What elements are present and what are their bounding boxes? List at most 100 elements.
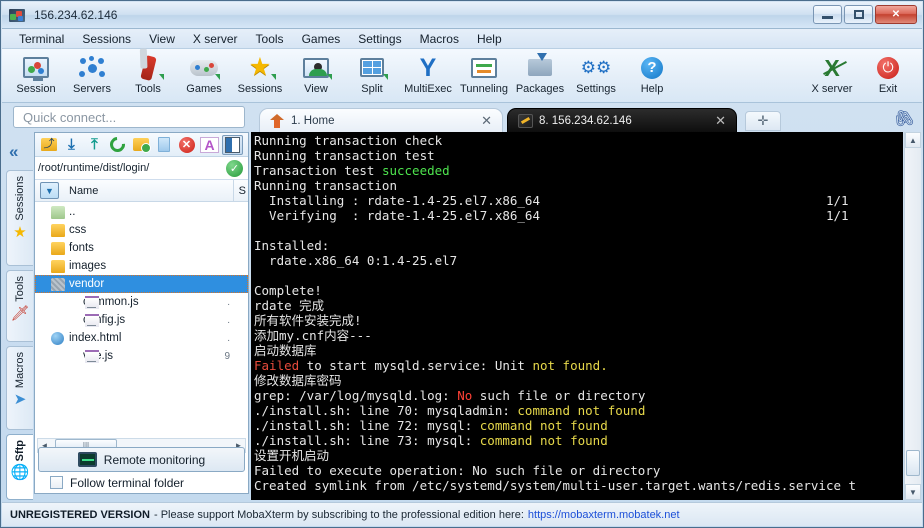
terminal-text: Installing : rdate-1.4-25.el7.x86_64 1/1 <box>254 193 849 208</box>
new-tab-button[interactable]: ✛ <box>745 111 781 131</box>
menu-macros[interactable]: Macros <box>411 31 468 47</box>
toolbar-help-button[interactable]: ? Help <box>624 52 680 95</box>
list-item[interactable]: index.html . <box>35 329 248 347</box>
follow-terminal-folder-row[interactable]: Follow terminal folder <box>38 473 245 492</box>
scroll-up-arrow-icon[interactable]: ▲ <box>905 132 921 148</box>
paperclip-icon[interactable]: 🖇 <box>891 106 918 132</box>
toolbar-tools-button[interactable]: Tools <box>120 52 176 95</box>
column-header-size[interactable]: S <box>239 185 246 197</box>
folder-icon <box>51 260 65 273</box>
maximize-button[interactable] <box>844 5 873 24</box>
terminal-line <box>254 223 903 238</box>
remote-monitoring-label: Remote monitoring <box>104 453 205 467</box>
double-chevron-left-icon[interactable]: « <box>9 142 18 162</box>
terminal-line: ./install.sh: line 73: mysql: command no… <box>254 433 903 448</box>
toolbar-packages-button[interactable]: Packages <box>512 52 568 95</box>
file-size: . <box>227 315 230 326</box>
menu-view[interactable]: View <box>140 31 184 47</box>
sftp-path-bar[interactable]: /root/runtime/dist/login/ ✓ <box>35 157 248 180</box>
menu-x-server[interactable]: X server <box>184 31 247 47</box>
toolbar-servers-label: Servers <box>73 83 111 95</box>
column-header-name[interactable]: Name <box>69 185 98 197</box>
delete-icon[interactable]: ✕ <box>176 135 197 155</box>
toolbar-exit-button[interactable]: ⏻ Exit <box>860 52 916 95</box>
follow-terminal-folder-checkbox[interactable] <box>50 476 63 489</box>
download-icon[interactable]: ⤓ <box>61 135 82 155</box>
toolbar-session-button[interactable]: Session <box>8 52 64 95</box>
quick-connect-input[interactable]: Quick connect... <box>13 106 245 128</box>
terminal-line: Running transaction <box>254 178 903 193</box>
tab-ssh-session[interactable]: 8. 156.234.62.146 ✕ <box>507 108 737 132</box>
split-panes-icon[interactable] <box>222 135 243 155</box>
terminal-line: Failed to execute operation: No such fil… <box>254 463 903 478</box>
toolbar-servers-button[interactable]: Servers <box>64 52 120 95</box>
js-file-icon <box>85 350 99 363</box>
menu-sessions[interactable]: Sessions <box>73 31 140 47</box>
menu-tools[interactable]: Tools <box>247 31 293 47</box>
file-name: index.html <box>69 332 121 344</box>
sidebar-item-tools-label: Tools <box>14 276 26 302</box>
terminal-text: not found <box>532 358 600 373</box>
scrollbar-thumb[interactable] <box>906 450 920 476</box>
terminal-text: Running transaction check <box>254 133 442 148</box>
tab-close-icon[interactable]: ✕ <box>481 113 492 129</box>
sftp-file-list[interactable]: .. css fonts images vendor common.js <box>35 203 248 435</box>
terminal-vertical-scrollbar[interactable]: ▲ ▼ <box>904 132 921 500</box>
new-file-icon[interactable] <box>153 135 174 155</box>
list-item[interactable]: images <box>35 257 248 275</box>
scroll-down-arrow-icon[interactable]: ▼ <box>905 484 921 500</box>
toolbar-view-button[interactable]: View <box>288 52 344 95</box>
toolbar-sessions-label: Sessions <box>238 83 283 95</box>
terminal-text: ./install.sh: line 73: mysql: <box>254 433 480 448</box>
toolbar-x-server-button[interactable]: X X server <box>804 52 860 95</box>
menu-settings[interactable]: Settings <box>349 31 410 47</box>
list-item[interactable]: fonts <box>35 239 248 257</box>
parent-folder-icon[interactable] <box>38 135 59 155</box>
list-item[interactable]: vue.js 9 <box>35 347 248 365</box>
toolbar-split-button[interactable]: Split <box>344 52 400 95</box>
sidebar-item-macros[interactable]: Macros ➤ <box>6 346 33 430</box>
sidebar-item-macros-label: Macros <box>14 352 26 388</box>
sort-icon[interactable]: ▼ <box>40 182 59 199</box>
toolbar-games-button[interactable]: Games <box>176 52 232 95</box>
status-message: - Please support MobaXterm by subscribin… <box>154 509 524 521</box>
toolbar-settings-button[interactable]: ⚙⚙ Settings <box>568 52 624 95</box>
list-item[interactable]: css <box>35 221 248 239</box>
toolbar-tunneling-button[interactable]: Tunneling <box>456 52 512 95</box>
list-item[interactable]: config.js . <box>35 311 248 329</box>
terminal-line: rdate 完成 <box>254 298 903 313</box>
toolbar-x-server-label: X server <box>812 83 853 95</box>
globe-icon: 🌐 <box>11 465 30 480</box>
list-item-selected[interactable]: vendor <box>35 275 248 293</box>
sidebar-item-tools[interactable]: Tools 🗡 <box>6 270 33 342</box>
terminal-text: . <box>600 358 608 373</box>
sidebar-item-sessions[interactable]: Sessions ★ <box>6 170 33 266</box>
toolbar-multiexec-button[interactable]: Y MultiExec <box>400 52 456 95</box>
refresh-icon[interactable] <box>107 135 128 155</box>
view-person-monitor-icon <box>299 54 333 81</box>
minimize-button[interactable] <box>813 5 842 24</box>
toolbar-packages-label: Packages <box>516 83 564 95</box>
font-icon[interactable]: A <box>199 135 220 155</box>
upload-icon[interactable]: ⤒ <box>84 135 105 155</box>
monitor-graph-icon <box>78 452 97 467</box>
close-button[interactable]: ✕ <box>875 5 917 24</box>
tab-home[interactable]: 1. Home ✕ <box>259 108 503 132</box>
split-panes-icon <box>355 54 389 81</box>
remote-monitoring-button[interactable]: Remote monitoring <box>38 447 245 472</box>
terminal-text: 所有软件安装完成! <box>254 313 362 328</box>
menu-help[interactable]: Help <box>468 31 511 47</box>
terminal-output[interactable]: Running transaction check Running transac… <box>251 132 903 500</box>
menu-games[interactable]: Games <box>293 31 350 47</box>
new-folder-icon[interactable] <box>130 135 151 155</box>
terminal-line: rdate.x86_64 0:1.4-25.el7 <box>254 253 903 268</box>
tab-close-icon[interactable]: ✕ <box>715 113 726 129</box>
list-item[interactable]: common.js . <box>35 293 248 311</box>
sidebar-item-sftp[interactable]: Sftp 🌐 <box>6 434 33 500</box>
terminal-text: command not found <box>517 403 645 418</box>
list-item[interactable]: .. <box>35 203 248 221</box>
menu-terminal[interactable]: Terminal <box>10 31 73 47</box>
toolbar-sessions-button[interactable]: ★ Sessions <box>232 52 288 95</box>
toolbar-games-label: Games <box>186 83 221 95</box>
mobaxterm-link[interactable]: https://mobaxterm.mobatek.net <box>528 509 680 521</box>
